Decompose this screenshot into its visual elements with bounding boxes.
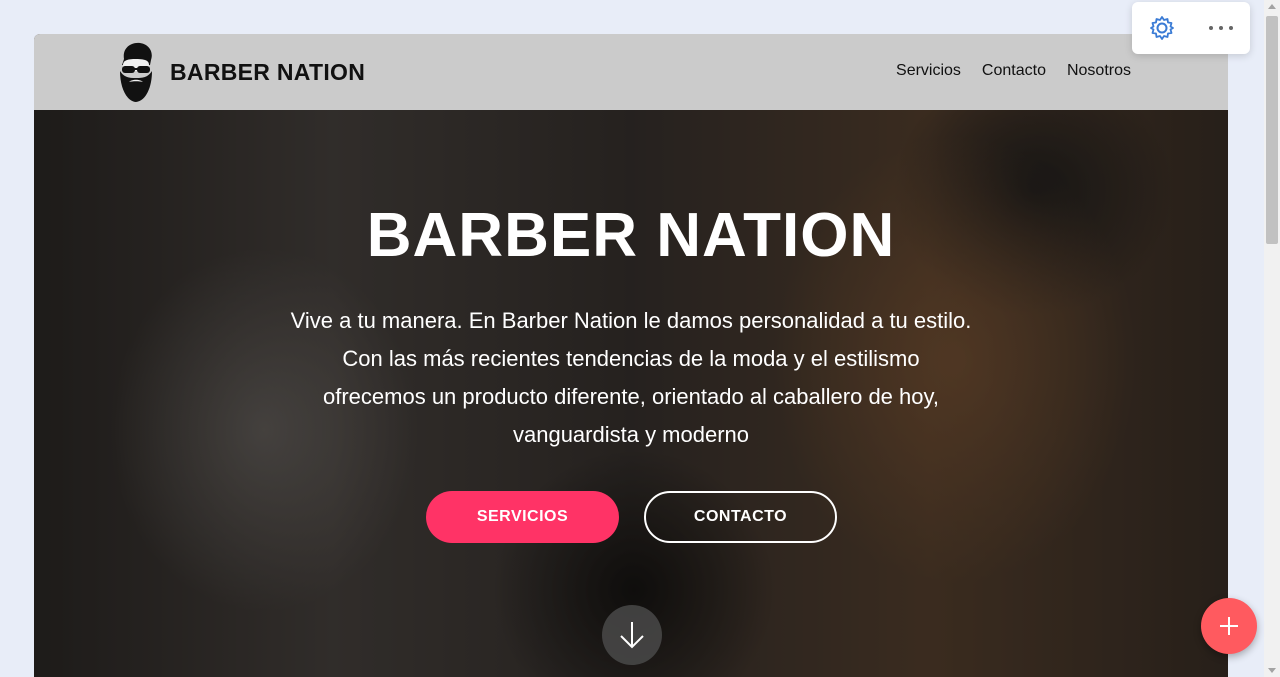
contacto-button[interactable]: CONTACTO bbox=[644, 491, 837, 543]
scroll-down-button[interactable] bbox=[602, 605, 662, 665]
scroll-down-arrow-icon[interactable] bbox=[1268, 668, 1276, 673]
scroll-up-arrow-icon[interactable] bbox=[1268, 4, 1276, 9]
nav-link-contacto[interactable]: Contacto bbox=[982, 62, 1046, 80]
hero-title: BARBER NATION bbox=[366, 201, 896, 270]
servicios-button[interactable]: SERVICIOS bbox=[426, 491, 619, 543]
scrollbar-thumb[interactable] bbox=[1266, 16, 1278, 244]
nav-link-servicios[interactable]: Servicios bbox=[896, 62, 961, 80]
nav-link-nosotros[interactable]: Nosotros bbox=[1067, 62, 1131, 80]
hero-description-line: ofrecemos un producto diferente, orienta… bbox=[323, 384, 939, 409]
hero-section: BARBER NATION Vive a tu manera. En Barbe… bbox=[34, 110, 1228, 677]
gear-icon[interactable] bbox=[1149, 15, 1175, 41]
vertical-scrollbar[interactable] bbox=[1264, 0, 1280, 677]
editor-toolbar bbox=[1132, 2, 1250, 54]
navbar: BARBER NATION Servicios Contacto Nosotro… bbox=[34, 34, 1228, 110]
arrow-down-icon bbox=[620, 622, 644, 649]
hero-description-line: vanguardista y moderno bbox=[512, 422, 750, 447]
hero-description-line: Vive a tu manera. En Barber Nation le da… bbox=[290, 308, 972, 333]
plus-icon bbox=[1220, 617, 1238, 635]
brand[interactable]: BARBER NATION bbox=[114, 41, 365, 103]
brand-name: BARBER NATION bbox=[170, 58, 366, 85]
bearded-man-sunglasses-icon bbox=[120, 42, 152, 102]
add-block-button[interactable] bbox=[1201, 598, 1257, 654]
more-dots-icon[interactable] bbox=[1206, 20, 1236, 36]
site-preview-frame: BARBER NATION Servicios Contacto Nosotro… bbox=[34, 34, 1228, 677]
main-nav: Servicios Contacto Nosotros bbox=[896, 62, 1131, 80]
hero-description-line: Con las más recientes tendencias de la m… bbox=[342, 346, 920, 371]
hero-description: Vive a tu manera. En Barber Nation le da… bbox=[241, 302, 1021, 454]
